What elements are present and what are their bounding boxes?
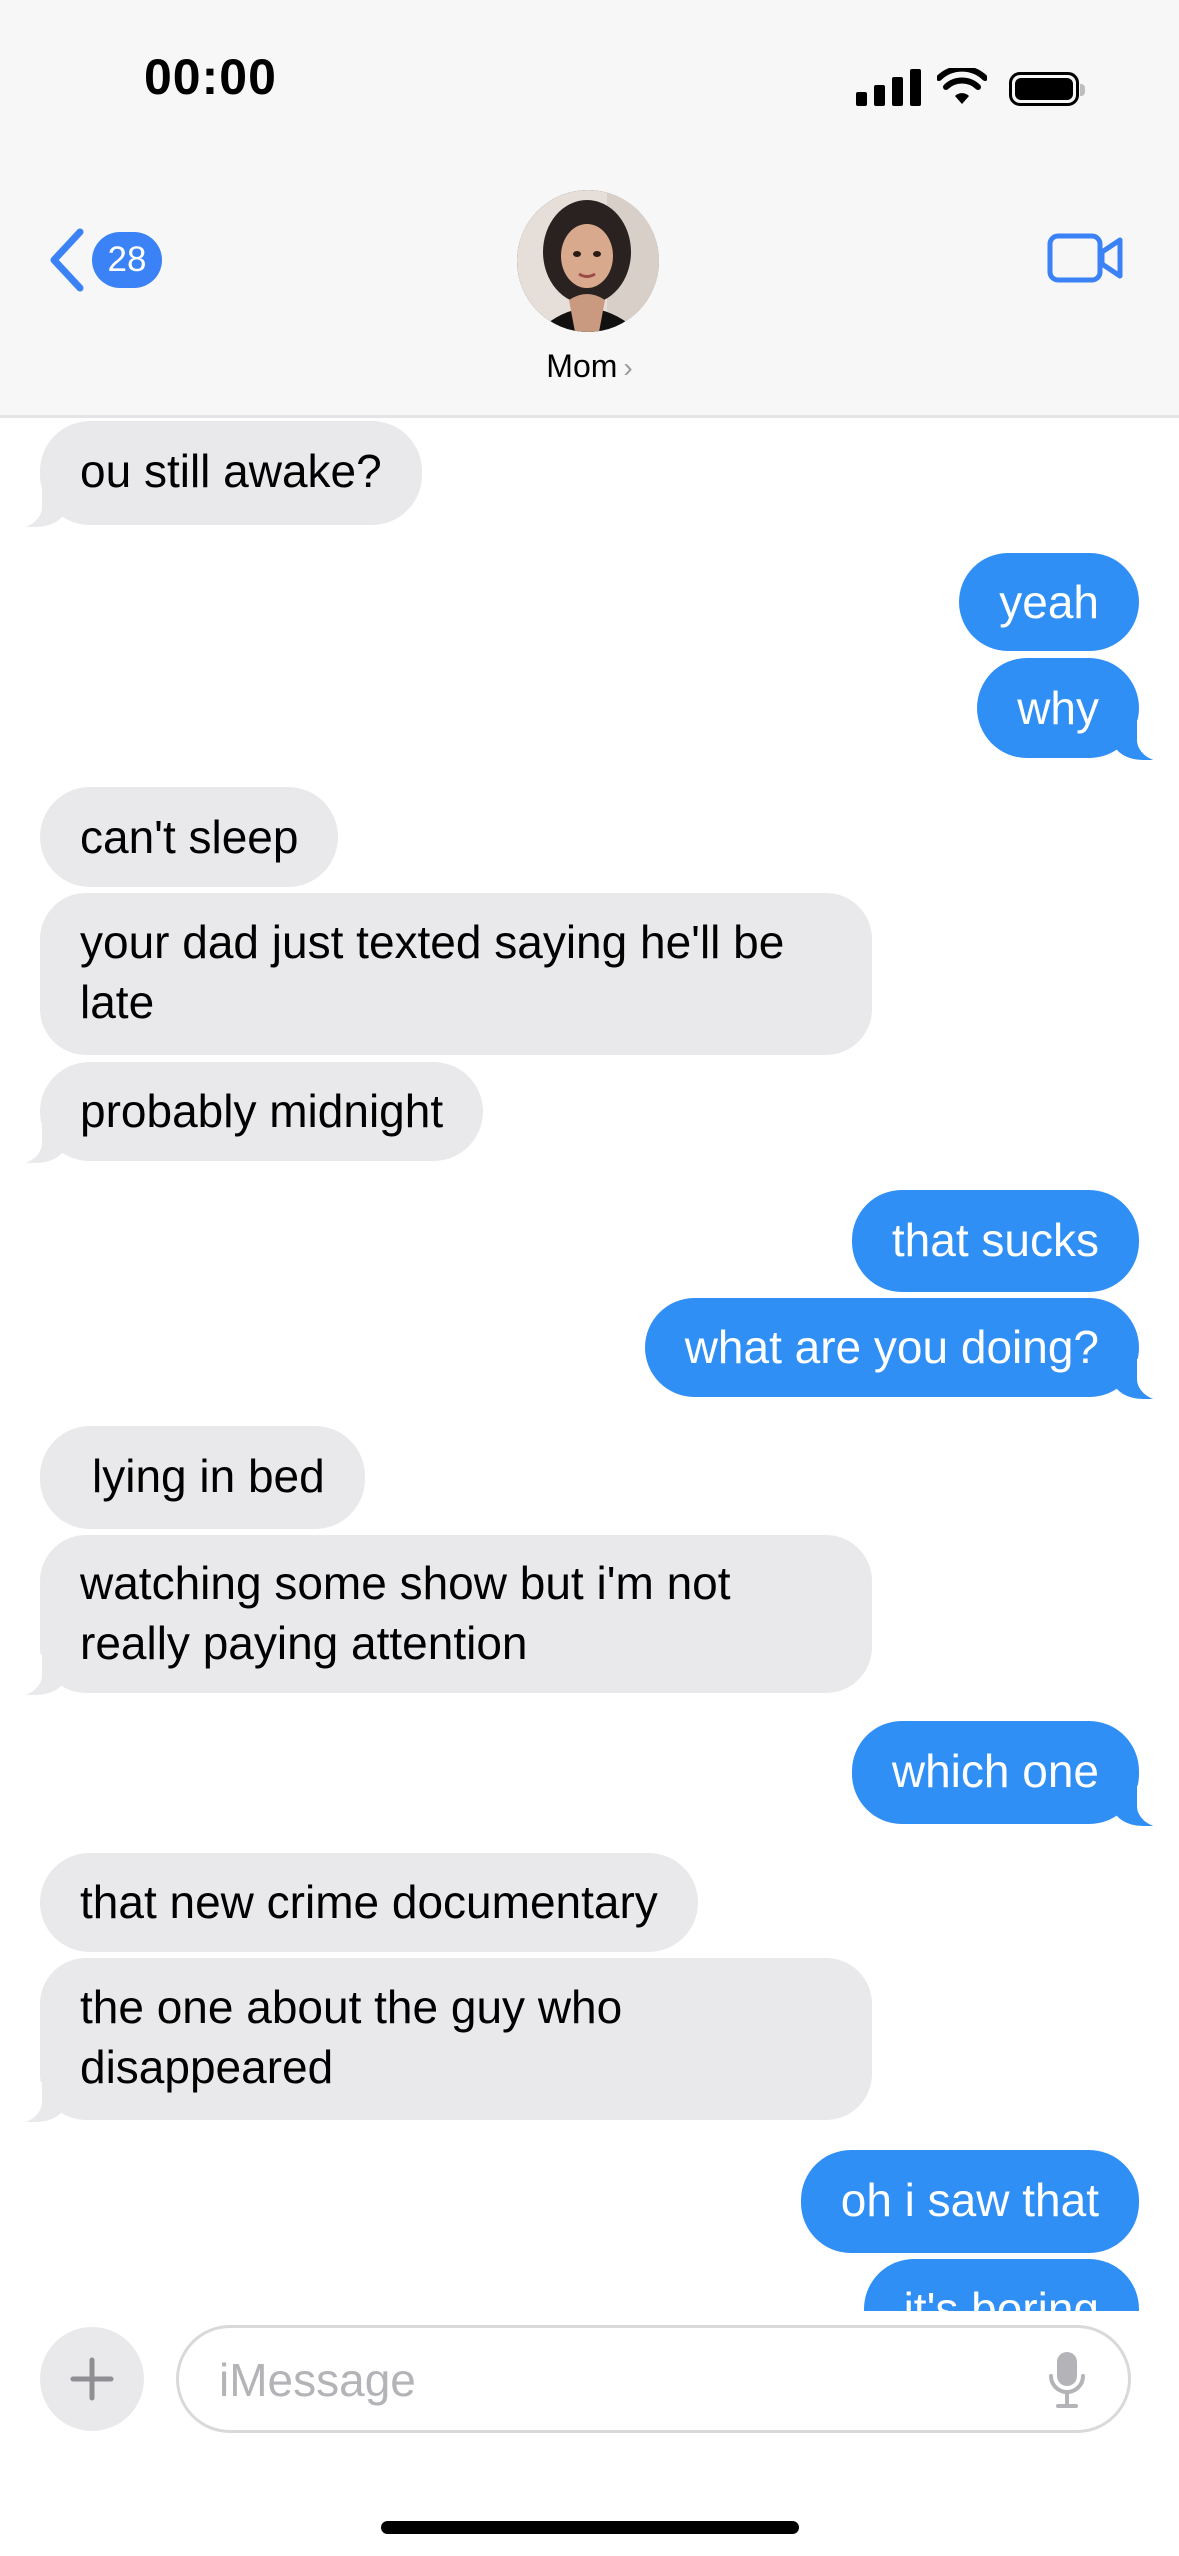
incoming-message[interactable]: your dad just texted saying he'll be lat… [40, 893, 872, 1055]
contact-avatar[interactable] [517, 190, 659, 332]
message-field-container [176, 2325, 1131, 2433]
contact-name-button[interactable]: Mom › [0, 348, 1179, 385]
microphone-icon[interactable] [1048, 2350, 1086, 2410]
compose-bar [0, 2311, 1179, 2556]
message-input[interactable] [217, 2328, 1001, 2432]
contact-name: Mom [546, 348, 618, 384]
outgoing-message[interactable]: oh i saw that [800, 2150, 1139, 2253]
wifi-icon [937, 68, 987, 104]
battery-icon [1009, 72, 1085, 106]
outgoing-message[interactable]: that sucks [851, 1190, 1139, 1292]
incoming-message[interactable]: can't sleep [40, 787, 339, 887]
incoming-message[interactable]: the one about the guy who disappeared [2, 1958, 872, 2124]
chevron-left-icon [50, 228, 84, 292]
chevron-right-icon: › [623, 352, 633, 383]
outgoing-message[interactable]: which one [851, 1721, 1178, 1828]
outgoing-message[interactable]: why [977, 658, 1177, 762]
incoming-message[interactable]: lying in bed [40, 1426, 365, 1529]
outgoing-message[interactable]: yeah [959, 553, 1139, 651]
status-time: 00:00 [144, 49, 277, 105]
avatar-photo [517, 190, 659, 332]
video-camera-icon[interactable] [1046, 230, 1126, 286]
incoming-message[interactable]: watching some show but i'm not really pa… [2, 1535, 872, 1697]
back-button[interactable]: 28 [48, 228, 162, 292]
incoming-message[interactable]: probably midnight [1, 1062, 484, 1165]
outgoing-message[interactable]: it's boring [863, 2259, 1139, 2311]
incoming-message[interactable]: that new crime documentary [40, 1853, 698, 1952]
incoming-message[interactable]: ou still awake? [2, 421, 422, 529]
apps-button[interactable] [40, 2327, 144, 2431]
plus-icon [70, 2357, 114, 2401]
message-thread[interactable]: ou still awake? yeah why can't sleep you… [0, 421, 1179, 2311]
unread-count-badge: 28 [92, 232, 162, 288]
home-indicator[interactable] [381, 2521, 799, 2534]
conversation-header: 00:00 28 Mom › [0, 0, 1179, 418]
status-icons [856, 62, 1085, 106]
signal-bars-icon [856, 66, 921, 106]
outgoing-message[interactable]: what are you doing? [644, 1298, 1178, 1401]
